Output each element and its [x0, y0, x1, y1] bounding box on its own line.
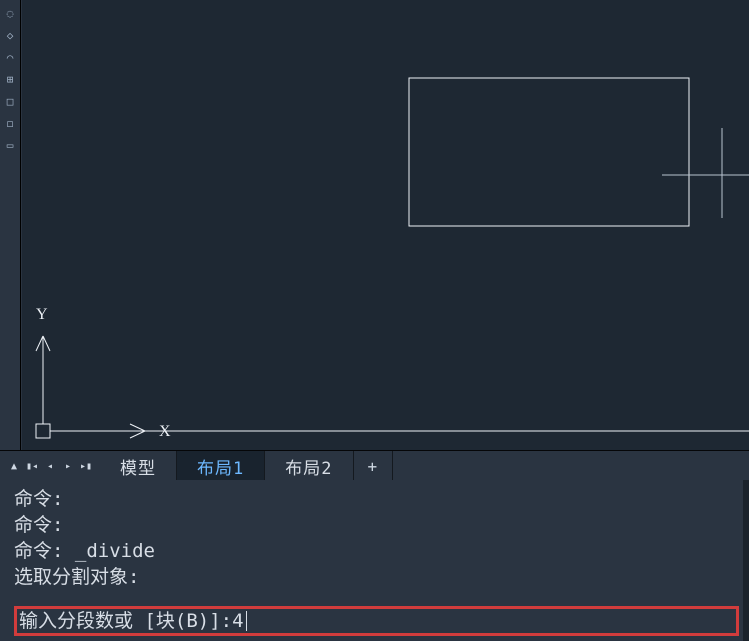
console-line: 命令: _divide [14, 538, 747, 564]
scroll-up-icon[interactable]: ▲ [6, 458, 22, 474]
tab-list: 模型 布局1 布局2 + [100, 451, 393, 481]
tool-icon[interactable]: ▭ [1, 136, 19, 154]
text-cursor-icon [246, 611, 247, 631]
tab-layout2[interactable]: 布局2 [265, 451, 353, 481]
console-line: 选取分割对象: [14, 564, 747, 590]
canvas-svg: Y X [22, 0, 749, 450]
next-tab-icon[interactable]: ▸ [60, 458, 76, 474]
drawing-canvas[interactable]: Y X [22, 0, 749, 450]
axis-x-label: X [159, 423, 171, 440]
prev-tab-icon[interactable]: ◂ [42, 458, 58, 474]
tool-icon[interactable]: ⌒ [1, 48, 19, 66]
tool-icon[interactable]: ◻ [1, 114, 19, 132]
command-input-value: 4 [232, 608, 243, 634]
tool-icon[interactable]: □ [1, 92, 19, 110]
tab-model[interactable]: 模型 [100, 451, 177, 481]
tool-icon[interactable]: ⊞ [1, 70, 19, 88]
last-tab-icon[interactable]: ▸▮ [78, 458, 94, 474]
console-line: 命令: [14, 512, 747, 538]
command-input[interactable]: 输入分段数或 [块(B)]: 4 [14, 606, 739, 636]
command-console: 命令: 命令: 命令: _divide 选取分割对象: 输入分段数或 [块(B)… [0, 480, 749, 641]
scrollbar-vertical[interactable] [743, 480, 749, 641]
left-toolbar: ◌ ◇ ⌒ ⊞ □ ◻ ▭ [0, 0, 21, 450]
tool-icon[interactable]: ◇ [1, 26, 19, 44]
axis-y-label: Y [36, 306, 48, 323]
ucs-icon [36, 336, 749, 438]
tab-nav-group: ▲ ▮◂ ◂ ▸ ▸▮ [0, 458, 100, 474]
command-prompt-label: 输入分段数或 [块(B)]: [19, 608, 232, 634]
drawing-rectangle[interactable] [409, 78, 689, 226]
tab-add-button[interactable]: + [354, 451, 394, 481]
tool-icon[interactable]: ◌ [1, 4, 19, 22]
first-tab-icon[interactable]: ▮◂ [24, 458, 40, 474]
console-line: 命令: [14, 486, 747, 512]
tab-layout1[interactable]: 布局1 [177, 451, 265, 481]
layout-tab-bar: ▲ ▮◂ ◂ ▸ ▸▮ 模型 布局1 布局2 + [0, 450, 749, 482]
